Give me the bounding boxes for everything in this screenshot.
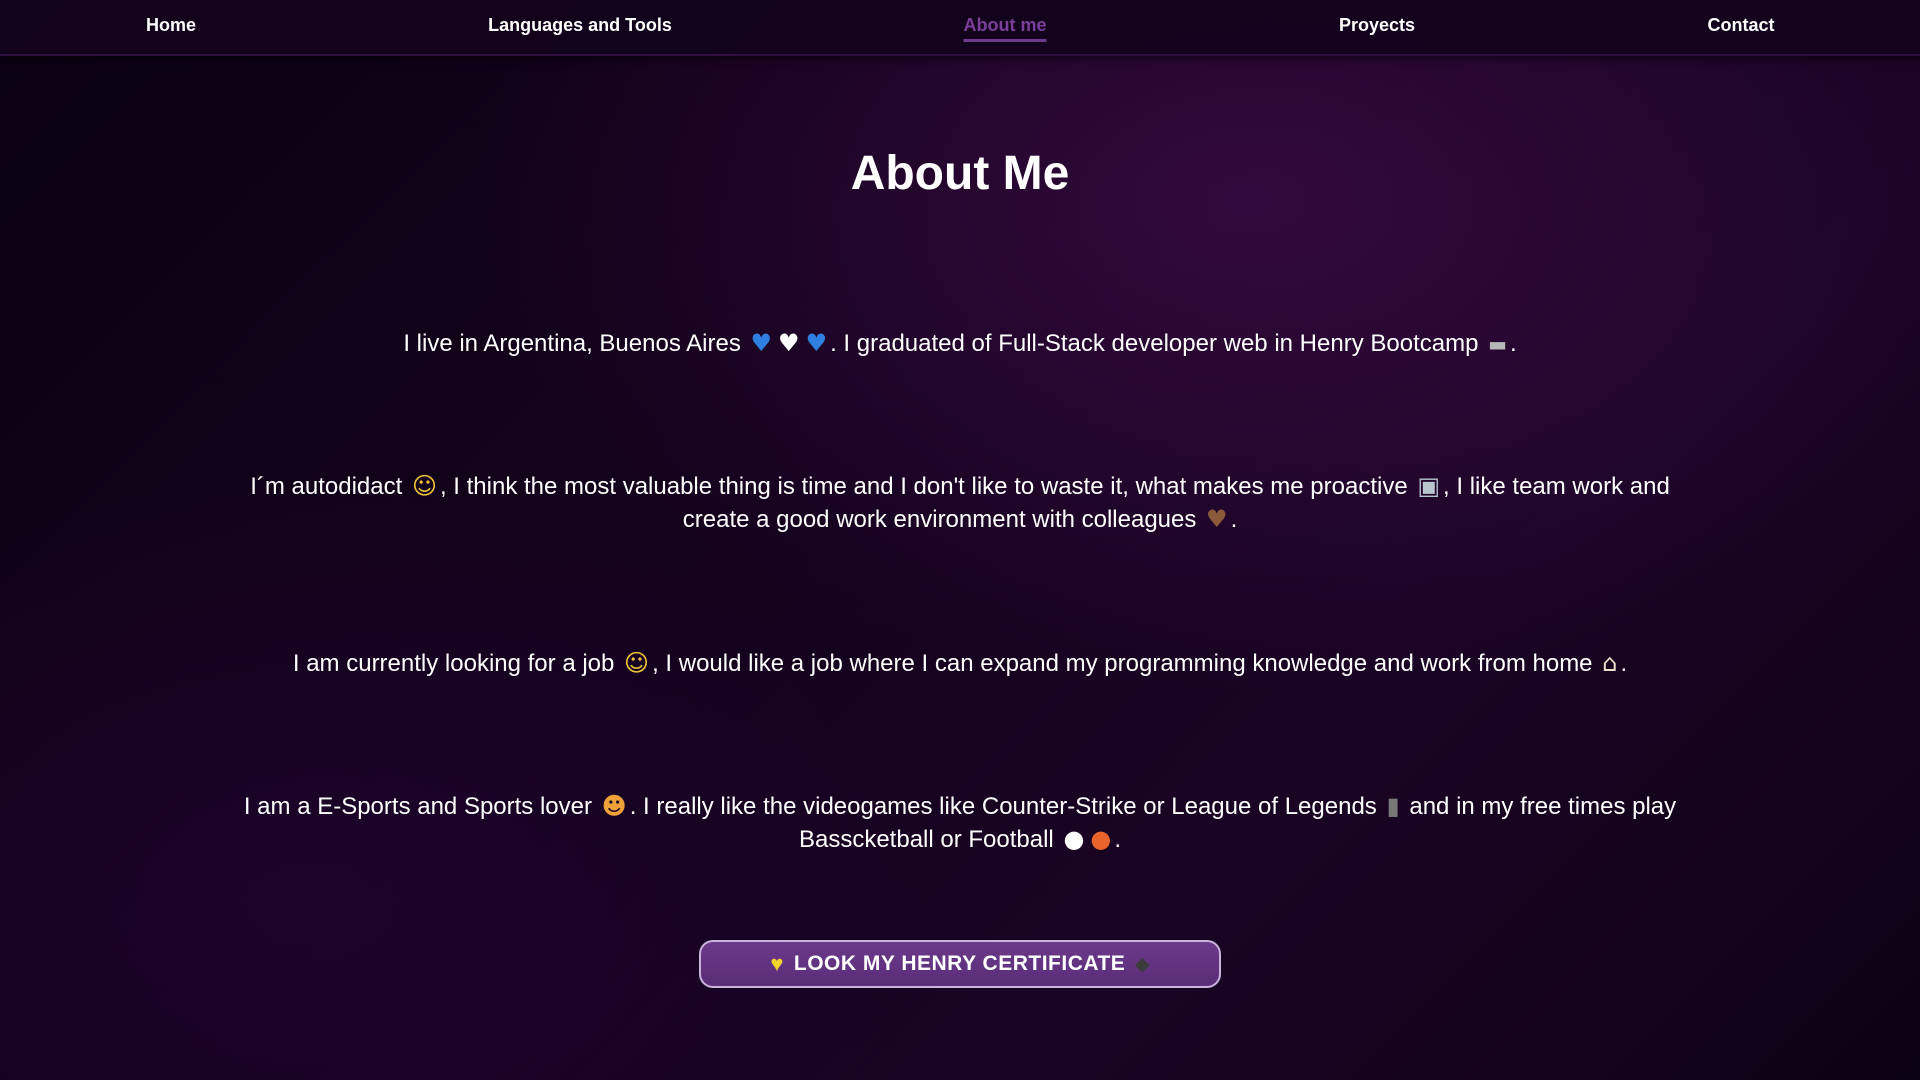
nav-proyects[interactable]: Proyects [1339,15,1415,39]
graduation-cap-icon: ◆ [1135,953,1150,974]
laptop-icon: ▬ [1488,332,1507,356]
certificate-button[interactable]: ♥ LOOK MY HENRY CERTIFICATE ◆ [699,940,1221,988]
robot-icon: ▣ [1417,472,1441,500]
paragraph-text: . [1620,650,1628,677]
paragraph-text: I am currently looking for a job [292,650,615,677]
paragraph-text: . [1230,506,1238,533]
game-controller-icon: ▮ [1386,792,1400,820]
blue-heart-icon: ♥ [805,329,828,357]
heart-eyes-cat-icon: ☻ [601,792,627,820]
yellow-heart-icon: ♥ [770,951,784,976]
paragraph-text: . [1114,826,1122,853]
certificate-button-label: LOOK MY HENRY CERTIFICATE [793,952,1126,975]
white-heart-icon: ♥ [778,329,800,357]
nav-languages-and-tools[interactable]: Languages and Tools [488,15,672,39]
nerd-face-icon: ☺ [411,472,437,500]
paragraph-text: I live in Argentina, Buenos Aires [403,330,741,357]
paragraph-text: I am a E-Sports and Sports lover [243,793,592,820]
paragraph-text: , I think the most valuable thing is tim… [439,473,1408,500]
about-paragraph-location: I live in Argentina, Buenos Aires ♥ ♥ ♥. I… [220,327,1700,361]
house-icon: ⌂ [1602,649,1618,677]
about-paragraph-autodidact: I´m autodidact ☺, I think the most valua… [220,470,1700,536]
navbar: Home Languages and Tools About me Proyec… [0,0,1920,56]
nav-contact[interactable]: Contact [1708,15,1775,39]
paragraph-text: . I graduated of Full-Stack developer we… [830,330,1479,357]
paragraph-text: , I would like a job where I can expand … [652,650,1593,677]
blue-heart-icon: ♥ [750,329,773,357]
soccer-ball-icon: ● [1063,825,1085,853]
handshake-icon: ♥ [1206,505,1228,533]
paragraph-text: I´m autodidact [250,473,403,500]
paragraph-text: . [1510,330,1517,357]
paragraph-text: . I really like the videogames like Coun… [629,793,1377,820]
about-paragraph-job: I am currently looking for a job ☺, I wo… [220,647,1700,680]
page-title: About Me [850,147,1070,200]
about-paragraph-sports: I am a E-Sports and Sports lover ☻. I re… [220,790,1700,856]
monocle-face-icon: ☺ [624,649,650,677]
basketball-icon: ● [1090,825,1112,853]
nav-home[interactable]: Home [146,15,196,39]
nav-about-me[interactable]: About me [963,15,1047,42]
